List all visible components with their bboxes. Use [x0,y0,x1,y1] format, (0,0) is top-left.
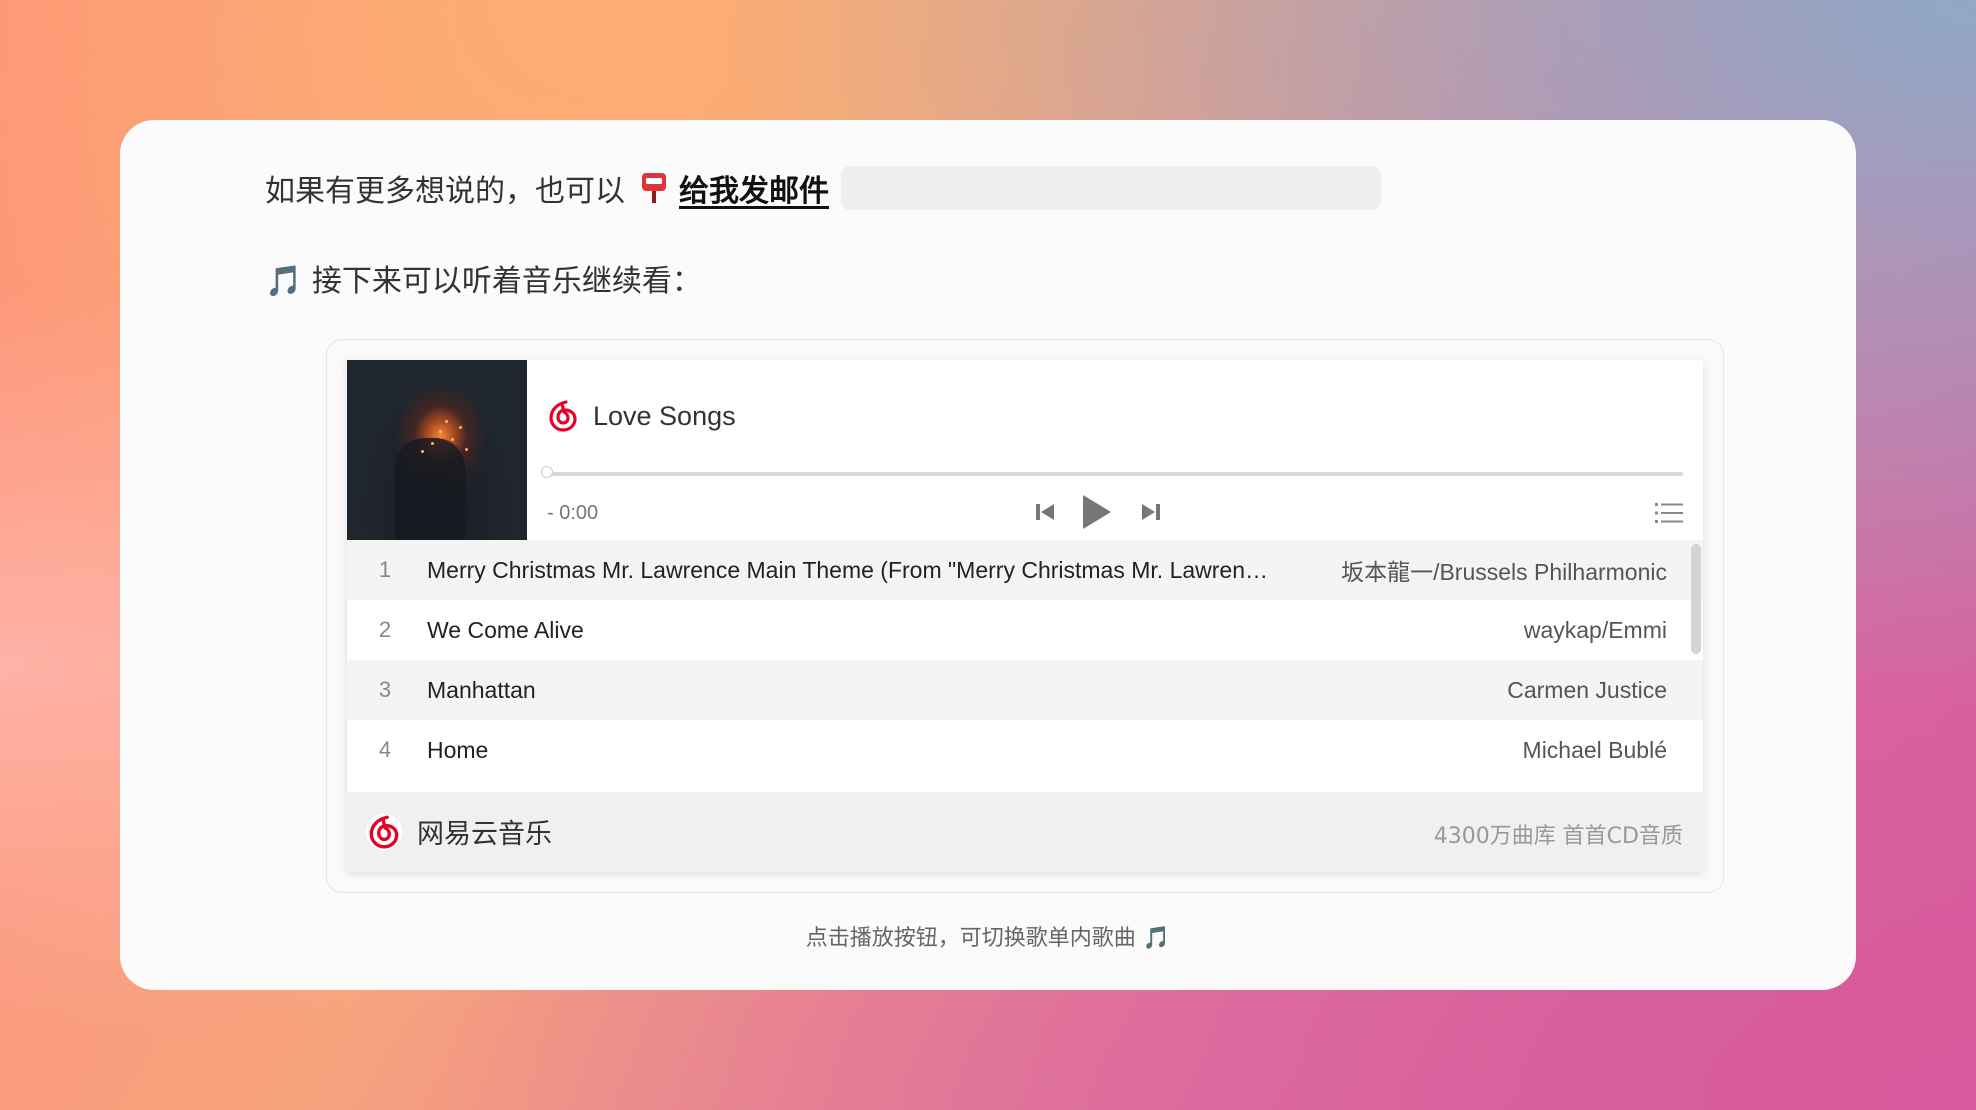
netease-music-icon [546,399,580,433]
track-number: 3 [378,677,392,702]
player-header: Love Songs - 0:00 [527,360,1703,540]
track-row[interactable]: 1 Merry Christmas Mr. Lawrence Main Them… [347,540,1703,600]
track-number: 1 [378,557,392,582]
email-prompt-line: 如果有更多想说的，也可以 给我发邮件 [265,166,1381,210]
player-footer[interactable]: 网易云音乐 4300万曲库 首首CD音质 [347,792,1703,872]
time-display: - 0:00 [547,502,599,524]
netease-music-icon [366,813,402,850]
music-player-frame: Love Songs - 0:00 1 Merry Christmas Mr. … [326,339,1724,893]
brand-slogan: 4300万曲库 首首CD音质 [1433,824,1683,849]
email-prompt-text: 如果有更多想说的，也可以 [265,174,625,209]
track-artist: waykap/Emmi [1523,616,1667,643]
track-title: Home [427,736,489,763]
play-icon [1083,495,1111,529]
play-button[interactable] [1081,494,1113,530]
skip-previous-icon [1036,504,1054,520]
track-artist: Carmen Justice [1507,676,1667,703]
skip-next-icon [1142,504,1160,520]
music-player: Love Songs - 0:00 1 Merry Christmas Mr. … [347,360,1703,872]
next-button[interactable] [1141,502,1161,522]
track-title: Merry Christmas Mr. Lawrence Main Theme … [427,556,1277,583]
brand-row: 网易云音乐 [365,812,552,851]
music-intro-text: 🎵 接下来可以听着音乐继续看： [265,264,702,299]
list-icon [1655,503,1683,523]
track-title: We Come Alive [427,616,584,643]
postbox-icon [639,171,669,205]
album-cover [347,360,527,540]
track-list-scrollbar[interactable] [1691,544,1701,654]
playlist-title: Love Songs [593,400,736,431]
track-row[interactable]: 2 We Come Alive waykap/Emmi [347,600,1703,660]
content-card: 如果有更多想说的，也可以 给我发邮件 🎵 接下来可以听着音乐继续看： Love … [120,120,1856,990]
track-title: Manhattan [427,676,536,703]
track-row[interactable]: 3 Manhattan Carmen Justice [347,660,1703,720]
playlist-title-row: Love Songs [545,398,736,434]
progress-handle[interactable] [541,466,553,478]
track-list: 1 Merry Christmas Mr. Lawrence Main Them… [347,540,1703,780]
progress-bar[interactable] [541,466,1683,478]
send-email-link[interactable]: 给我发邮件 [679,166,829,210]
player-caption: 点击播放按钮，可切换歌单内歌曲 🎵 [805,926,1171,951]
track-artist: 坂本龍一/Brussels Philharmonic [1341,559,1667,585]
track-artist: Michael Bublé [1522,736,1667,763]
brand-name: 网易云音乐 [417,819,552,850]
track-row[interactable]: 4 Home Michael Bublé [347,720,1703,780]
email-placeholder-bar [841,166,1381,210]
previous-button[interactable] [1035,502,1055,522]
playback-controls [1035,494,1161,530]
playlist-toggle-button[interactable] [1655,502,1683,528]
track-number: 4 [378,737,392,762]
track-number: 2 [378,617,392,642]
